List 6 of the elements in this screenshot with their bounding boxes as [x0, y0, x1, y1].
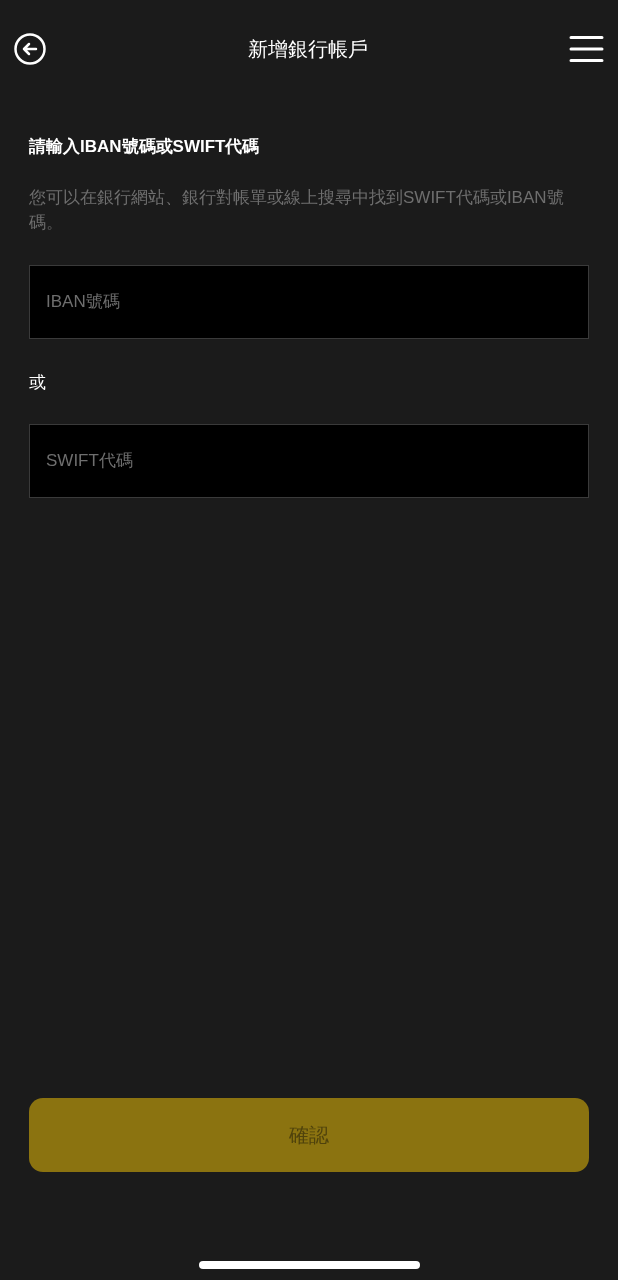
- separator-text: 或: [29, 372, 47, 394]
- section-heading: 請輸入IBAN號碼或SWIFT代碼: [29, 136, 261, 158]
- iban-input-field[interactable]: IBAN號碼: [29, 265, 589, 339]
- page-title: 新增銀行帳戶: [247, 37, 368, 62]
- swift-input-field[interactable]: SWIFT代碼: [29, 424, 589, 498]
- description-text: 您可以在銀行網站、銀行對帳單或線上搜尋中找到SWIFT代碼或IBAN號碼。: [29, 187, 565, 234]
